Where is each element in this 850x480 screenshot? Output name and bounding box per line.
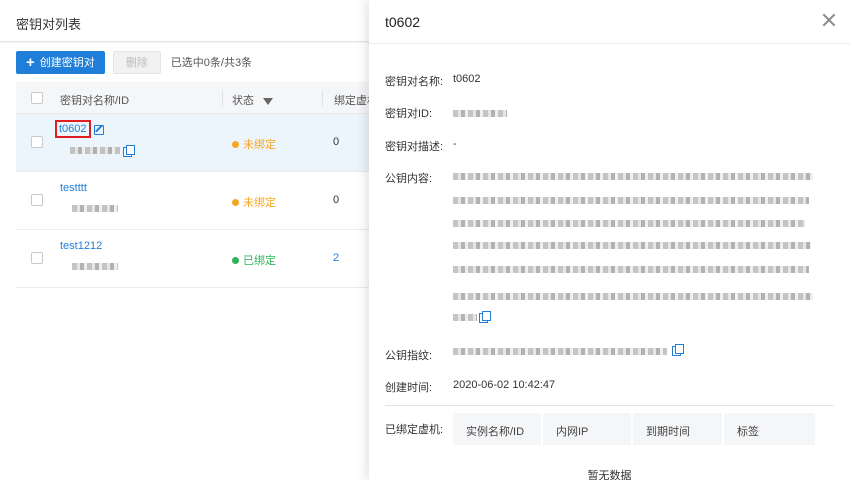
row-checkbox[interactable] xyxy=(31,136,43,148)
select-all-checkbox[interactable] xyxy=(31,92,43,104)
keypair-name-link[interactable]: t0602 xyxy=(55,120,91,138)
col-header-status: 状态 xyxy=(232,92,274,108)
col-header-status-label: 状态 xyxy=(232,95,254,107)
filter-icon[interactable] xyxy=(263,97,274,105)
row-checkbox[interactable] xyxy=(31,252,43,264)
page-title: 密钥对列表 xyxy=(16,17,82,32)
status-dot-icon xyxy=(232,140,239,148)
description-label: 密钥对描述: xyxy=(385,141,444,153)
status-badge: 未绑定 xyxy=(232,194,276,210)
redacted-line xyxy=(453,314,477,321)
vm-col-expire-time: 到期时间 xyxy=(633,413,724,445)
bound-count-link[interactable]: 2 xyxy=(333,252,339,264)
bound-count: 0 xyxy=(333,194,340,206)
row-checkbox[interactable] xyxy=(31,194,43,206)
col-header-name-id: 密钥对名称/ID xyxy=(60,95,130,107)
edit-icon[interactable] xyxy=(94,125,104,135)
redacted-line xyxy=(453,173,813,180)
keypair-id-redacted xyxy=(72,205,118,212)
redacted-line xyxy=(453,242,811,249)
status-dot-icon xyxy=(232,256,239,264)
column-divider xyxy=(222,90,223,106)
created-time-label: 创建时间: xyxy=(385,382,433,394)
redacted-line xyxy=(453,197,809,204)
status-badge: 已绑定 xyxy=(232,252,276,268)
keypair-name-link[interactable]: testttt xyxy=(60,182,87,194)
column-divider xyxy=(322,90,323,106)
vm-col-instance: 实例名称/ID xyxy=(453,413,543,445)
divider xyxy=(385,405,834,406)
close-icon[interactable] xyxy=(822,13,836,27)
created-time-value: 2020-06-02 10:42:47 xyxy=(453,379,556,391)
copy-icon[interactable] xyxy=(479,311,491,323)
drawer-title: t0602 xyxy=(385,14,421,30)
delete-button[interactable]: 删除 xyxy=(112,50,161,74)
status-dot-icon xyxy=(232,198,239,206)
keypair-id-redacted xyxy=(70,147,120,154)
bound-vms-label: 已绑定虚机: xyxy=(385,424,444,436)
fingerprint-redacted xyxy=(453,348,667,355)
selection-info: 已选中0条/共3条 xyxy=(170,57,253,69)
copy-icon[interactable] xyxy=(672,344,684,356)
toolbar: + 创建密钥对 删除 已选中0条/共3条 xyxy=(16,50,252,74)
name-value: t0602 xyxy=(453,73,481,85)
keypair-id-redacted xyxy=(72,263,118,270)
vm-col-tags: 标签 xyxy=(737,426,759,438)
vm-table-header: 实例名称/ID 内网IP 到期时间 标签 xyxy=(453,413,815,445)
status-badge: 未绑定 xyxy=(232,136,276,152)
copy-icon[interactable] xyxy=(123,145,135,157)
id-label: 密钥对ID: xyxy=(385,108,433,120)
bound-count: 0 xyxy=(333,136,340,148)
fingerprint-label: 公钥指纹: xyxy=(385,350,433,362)
redacted-line xyxy=(453,266,809,273)
plus-icon: + xyxy=(26,53,35,71)
redacted-line xyxy=(453,293,813,300)
name-label: 密钥对名称: xyxy=(385,76,444,88)
status-text: 未绑定 xyxy=(243,139,276,151)
status-text: 已绑定 xyxy=(243,255,276,267)
create-keypair-label: 创建密钥对 xyxy=(39,57,95,69)
empty-state-text: 暂无数据 xyxy=(587,470,632,480)
vm-col-private-ip: 内网IP xyxy=(543,413,633,445)
bound-vms-table: 实例名称/ID 内网IP 到期时间 标签 xyxy=(453,413,815,445)
create-keypair-button[interactable]: + 创建密钥对 xyxy=(16,50,105,74)
keypair-name-link[interactable]: test1212 xyxy=(60,240,102,252)
keypair-id-redacted xyxy=(453,110,507,117)
redacted-line xyxy=(453,220,805,227)
description-value: - xyxy=(453,138,457,150)
drawer-header: t0602 xyxy=(369,0,850,44)
status-text: 未绑定 xyxy=(243,197,276,209)
public-key-label: 公钥内容: xyxy=(385,173,433,185)
keypair-detail-drawer: t0602 密钥对名称: t0602 密钥对ID: 密钥对描述: - 公钥内容:… xyxy=(369,0,850,480)
